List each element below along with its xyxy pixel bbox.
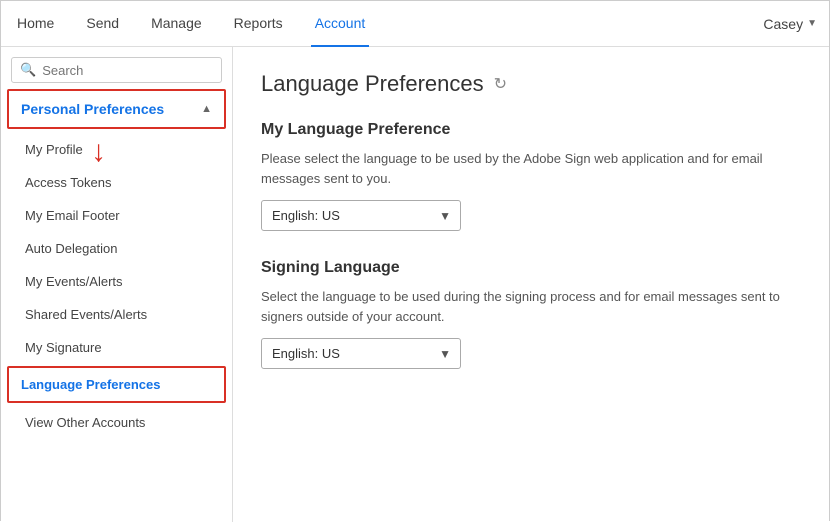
page-title: Language Preferences — [261, 71, 484, 97]
nav-home[interactable]: Home — [13, 1, 58, 47]
refresh-icon[interactable]: ↻ — [494, 74, 507, 94]
sidebar-item-shared-events[interactable]: Shared Events/Alerts — [1, 298, 232, 331]
language-preferences-active-box: Language Preferences — [7, 366, 226, 403]
page-title-row: Language Preferences ↻ — [261, 71, 801, 97]
sidebar-item-events-alerts[interactable]: My Events/Alerts — [1, 265, 232, 298]
user-name: Casey — [763, 16, 803, 32]
search-input[interactable] — [42, 63, 213, 78]
personal-preferences-section: Personal Preferences ▲ — [7, 89, 226, 129]
nav-send[interactable]: Send — [82, 1, 123, 47]
user-menu[interactable]: Casey ▼ — [763, 16, 817, 32]
my-language-title: My Language Preference — [261, 121, 801, 139]
user-chevron-icon: ▼ — [807, 18, 817, 29]
nav-manage[interactable]: Manage — [147, 1, 206, 47]
search-icon: 🔍 — [20, 62, 36, 78]
my-language-select[interactable]: English: US English: UK French German Sp… — [261, 200, 461, 231]
my-language-dropdown-wrapper: English: US English: UK French German Sp… — [261, 200, 461, 231]
top-nav: Home Send Manage Reports Account Casey ▼ — [1, 1, 829, 47]
search-box[interactable]: 🔍 — [11, 57, 222, 83]
sidebar: 🔍 Personal Preferences ▲ My Profile Acce… — [1, 47, 233, 522]
nav-items: Home Send Manage Reports Account — [13, 1, 763, 47]
my-language-section: My Language Preference Please select the… — [261, 121, 801, 259]
layout: 🔍 Personal Preferences ▲ My Profile Acce… — [1, 47, 829, 522]
sidebar-item-email-footer[interactable]: My Email Footer — [1, 199, 232, 232]
sidebar-item-my-profile[interactable]: My Profile — [1, 133, 232, 166]
sidebar-item-view-other-accounts[interactable]: View Other Accounts — [1, 405, 232, 440]
signing-language-select[interactable]: English: US English: UK French German Sp… — [261, 338, 461, 369]
signing-language-title: Signing Language — [261, 259, 801, 277]
sidebar-item-my-signature[interactable]: My Signature — [1, 331, 232, 364]
sidebar-item-language-preferences[interactable]: Language Preferences — [9, 368, 224, 401]
signing-language-desc: Select the language to be used during th… — [261, 287, 801, 326]
personal-preferences-title: Personal Preferences — [21, 101, 164, 117]
section-chevron-icon: ▲ — [201, 103, 212, 115]
sidebar-items-list: My Profile Access Tokens My Email Footer… — [1, 133, 232, 364]
main-content: Language Preferences ↻ My Language Prefe… — [233, 47, 829, 522]
personal-preferences-header[interactable]: Personal Preferences ▲ — [9, 91, 224, 127]
nav-account[interactable]: Account — [311, 1, 370, 47]
sidebar-item-access-tokens[interactable]: Access Tokens — [1, 166, 232, 199]
signing-language-dropdown-wrapper: English: US English: UK French German Sp… — [261, 338, 461, 369]
my-language-desc: Please select the language to be used by… — [261, 149, 801, 188]
nav-reports[interactable]: Reports — [230, 1, 287, 47]
sidebar-item-auto-delegation[interactable]: Auto Delegation — [1, 232, 232, 265]
signing-language-section: Signing Language Select the language to … — [261, 259, 801, 397]
